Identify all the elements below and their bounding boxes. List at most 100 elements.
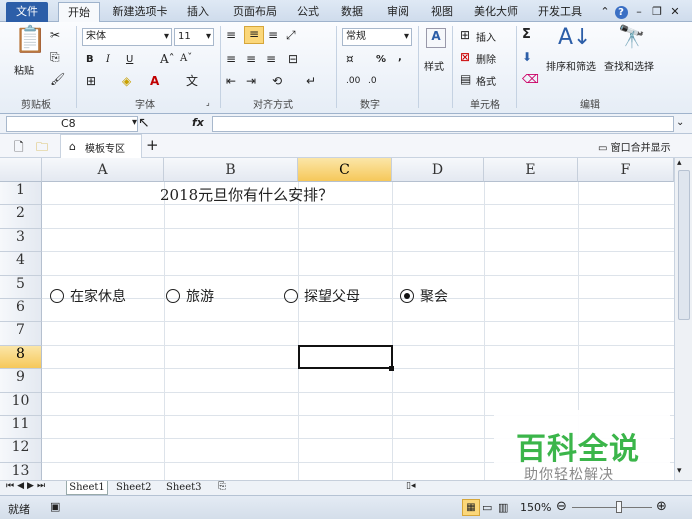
font-color-icon[interactable]: A [150, 74, 159, 88]
row-header[interactable]: 9 [0, 369, 42, 393]
number-format-select[interactable]: 常规 ▾ [342, 28, 412, 46]
zoom-out-icon[interactable]: ⊖ [556, 499, 567, 514]
insert-sheet-icon[interactable]: ⎘ [218, 481, 226, 492]
tab-data[interactable]: 数据 [334, 2, 370, 22]
align-top-icon[interactable]: ≡ [226, 28, 236, 42]
decrease-indent-icon[interactable]: ⇤ [226, 74, 236, 88]
row-header[interactable]: 12 [0, 439, 42, 463]
vertical-scrollbar[interactable]: ▴ ▾ [674, 158, 692, 480]
zoom-slider-track[interactable] [572, 507, 652, 508]
paste-button[interactable]: 粘贴 [14, 62, 34, 77]
restore-icon[interactable]: ❐ [650, 2, 664, 22]
page-layout-view-icon[interactable]: ▭ [482, 501, 492, 514]
comma-button[interactable]: , [398, 52, 402, 63]
insert-function-button[interactable]: fx [192, 116, 204, 129]
row-header[interactable]: 3 [0, 228, 42, 253]
styles-button[interactable]: 样式 [424, 58, 444, 73]
row-header[interactable]: 6 [0, 299, 42, 323]
border-icon[interactable]: ⊞ [86, 74, 96, 88]
column-header[interactable]: F [578, 158, 674, 182]
tab-insert[interactable]: 插入 [180, 2, 216, 22]
wrap-text-icon[interactable]: ↵ [306, 74, 316, 88]
find-select-icon[interactable]: 🔭 [618, 26, 645, 50]
align-right-icon[interactable]: ≡ [266, 52, 276, 66]
zoom-in-icon[interactable]: ⊕ [656, 499, 667, 514]
add-tab-button[interactable]: + [146, 136, 159, 154]
delete-button[interactable]: 删除 [476, 51, 496, 66]
row-header[interactable]: 11 [0, 416, 42, 440]
row-header[interactable]: 10 [0, 392, 42, 416]
tab-review[interactable]: 审阅 [380, 2, 416, 22]
format-painter-icon[interactable]: 🖌 [50, 72, 65, 86]
zoom-level[interactable]: 150% [520, 501, 551, 514]
format-icon[interactable]: ▤ [460, 72, 471, 86]
align-left-icon[interactable]: ≡ [226, 52, 236, 66]
option-button[interactable]: 探望父母 [284, 286, 360, 308]
clear-icon[interactable]: ⌫ [522, 72, 539, 86]
row-header[interactable]: 1 [0, 182, 42, 206]
zoom-slider-thumb[interactable] [616, 501, 622, 513]
font-size-select[interactable]: 11 ▾ [174, 28, 214, 46]
tab-file[interactable]: 文件 [6, 2, 48, 22]
column-header[interactable]: B [164, 158, 298, 182]
find-select-button[interactable]: 查找和选择 [604, 58, 654, 73]
split-handle[interactable]: ▯◂ [406, 481, 415, 491]
shrink-font-icon[interactable]: Aˇ [180, 52, 192, 66]
autosum-button[interactable]: Σ [522, 27, 531, 42]
sheet-tab-active[interactable]: Sheet1 [66, 481, 108, 495]
grow-font-icon[interactable]: Aˆ [160, 52, 175, 66]
close-icon[interactable]: ✕ [668, 2, 682, 22]
styles-icon[interactable]: A [426, 28, 446, 48]
merge-window-button[interactable]: ▭ 窗口合并显示 [598, 139, 671, 154]
collapse-ribbon-icon[interactable]: ⌃ [598, 2, 612, 22]
dialog-launcher-icon[interactable]: ⌟ [206, 96, 210, 110]
column-header[interactable]: A [42, 158, 164, 182]
help-icon[interactable]: ? [614, 6, 628, 19]
template-tab[interactable]: ⌂ 模板专区 [60, 134, 142, 158]
option-button[interactable]: 在家休息 [50, 286, 126, 308]
sheet-tab[interactable]: Sheet3 [166, 481, 202, 495]
align-center-icon[interactable]: ≡ [246, 52, 256, 66]
row-header[interactable]: 7 [0, 322, 42, 346]
paste-icon[interactable]: 📋 [14, 26, 46, 54]
open-folder-icon[interactable]: 🗀 [36, 138, 48, 159]
text-direction-icon[interactable]: ⟲ [272, 74, 282, 88]
row-header-selected[interactable]: 8 [0, 345, 42, 370]
cut-icon[interactable]: ✂ [50, 28, 60, 42]
option-button-selected[interactable]: 聚会 [400, 286, 448, 308]
tab-page-layout[interactable]: 页面布局 [226, 2, 284, 22]
delete-icon[interactable]: ⊠ [460, 50, 470, 64]
percent-button[interactable]: % [376, 54, 386, 65]
expand-formula-icon[interactable]: ⌄ [676, 117, 684, 128]
insert-icon[interactable]: ⊞ [460, 28, 470, 42]
fill-icon[interactable]: ⬇ [522, 50, 532, 64]
column-header[interactable]: D [392, 158, 484, 182]
sort-filter-button[interactable]: 排序和筛选 [546, 58, 596, 73]
align-middle-icon[interactable]: ≡ [244, 26, 264, 44]
currency-icon[interactable]: ¤ [346, 52, 354, 66]
fill-color-icon[interactable]: ◈ [122, 74, 131, 88]
tab-beautify[interactable]: 美化大师 [466, 2, 526, 22]
insert-button[interactable]: 插入 [476, 29, 496, 44]
tab-new[interactable]: 新建选项卡 [108, 2, 172, 22]
row-header[interactable]: 5 [0, 275, 42, 299]
column-header[interactable]: E [484, 158, 578, 182]
row-header[interactable]: 4 [0, 252, 42, 276]
sheet-tab[interactable]: Sheet2 [116, 481, 152, 495]
name-box-dropdown-icon[interactable]: ▾ [132, 117, 137, 128]
sheet-nav-arrows[interactable]: ⏮◀▶⏭ [6, 481, 48, 491]
new-doc-icon[interactable]: 🗋 [14, 138, 24, 159]
format-button[interactable]: 格式 [476, 73, 496, 88]
column-header-selected[interactable]: C [298, 158, 392, 182]
formula-input[interactable] [212, 116, 674, 132]
scroll-up-icon[interactable]: ▴ [677, 158, 682, 168]
active-cell-c8[interactable] [298, 345, 393, 369]
name-box[interactable]: C8 [6, 116, 138, 132]
sort-filter-icon[interactable]: A↓ [558, 26, 591, 50]
orientation-icon[interactable]: ⤢ [286, 28, 296, 42]
row-header[interactable]: 13 [0, 462, 42, 480]
tab-formulas[interactable]: 公式 [292, 2, 324, 22]
option-button[interactable]: 旅游 [166, 286, 214, 308]
decrease-decimal-button[interactable]: .0 [368, 76, 377, 86]
minimize-icon[interactable]: – [632, 2, 646, 22]
